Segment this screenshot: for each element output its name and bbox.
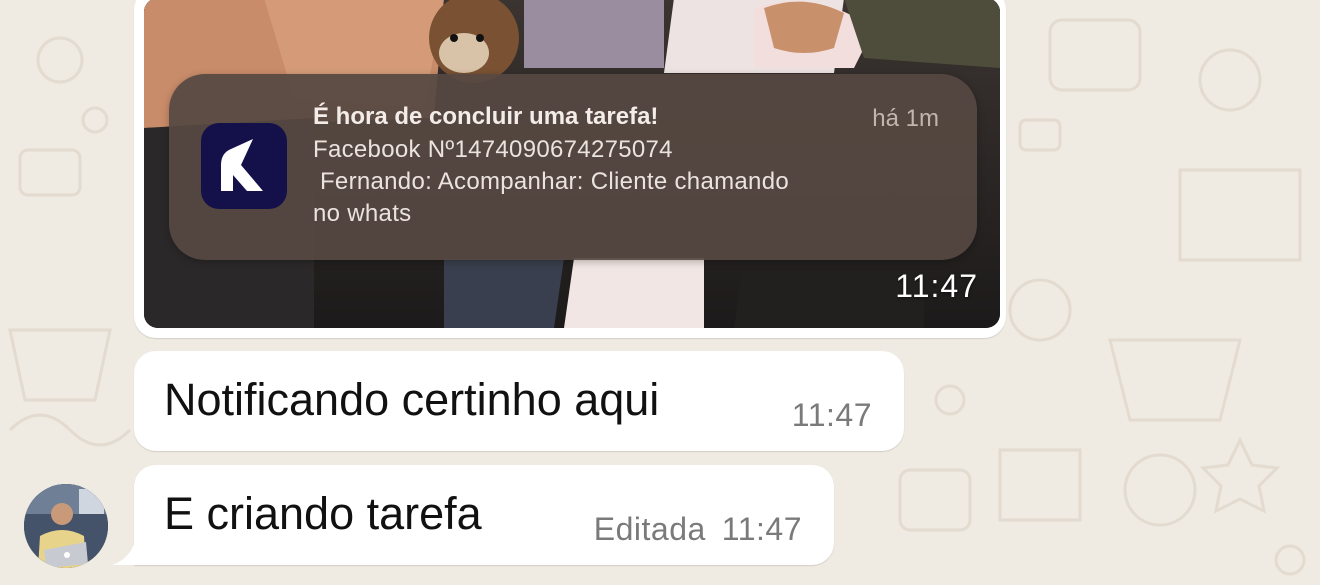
message-time: 11:47 xyxy=(721,511,802,547)
message-bubble[interactable]: E criando tarefa Editada 11:47 xyxy=(134,465,834,565)
notification-body-line: Fernando: Acompanhar: Cliente chamando xyxy=(313,168,789,195)
message-bubble[interactable]: Notificando certinho aqui 11:47 xyxy=(134,351,904,451)
notification-body-line: Facebook Nº1474090674275074 xyxy=(313,136,673,163)
k-logo-icon xyxy=(201,123,287,209)
notification-body-line: no whats xyxy=(313,200,412,227)
push-notification-card: É hora de concluir uma tarefa! há 1m Fac… xyxy=(169,74,977,260)
screenshot-photo[interactable]: É hora de concluir uma tarefa! há 1m Fac… xyxy=(144,0,1000,328)
image-message-bubble[interactable]: É hora de concluir uma tarefa! há 1m Fac… xyxy=(134,0,1006,338)
person-with-laptop-avatar xyxy=(24,484,108,568)
image-message-time: 11:47 xyxy=(895,268,978,304)
message-text: Notificando certinho aqui xyxy=(164,374,660,425)
message-time: 11:47 xyxy=(791,397,872,433)
notification-title: É hora de concluir uma tarefa! xyxy=(313,103,659,130)
bubble-tail xyxy=(112,539,136,565)
message-text: E criando tarefa xyxy=(164,488,482,539)
notification-time: há 1m xyxy=(872,105,939,132)
edited-label: Editada xyxy=(593,511,706,547)
message-meta: Editada 11:47 xyxy=(594,511,802,548)
sender-avatar[interactable] xyxy=(24,484,108,568)
